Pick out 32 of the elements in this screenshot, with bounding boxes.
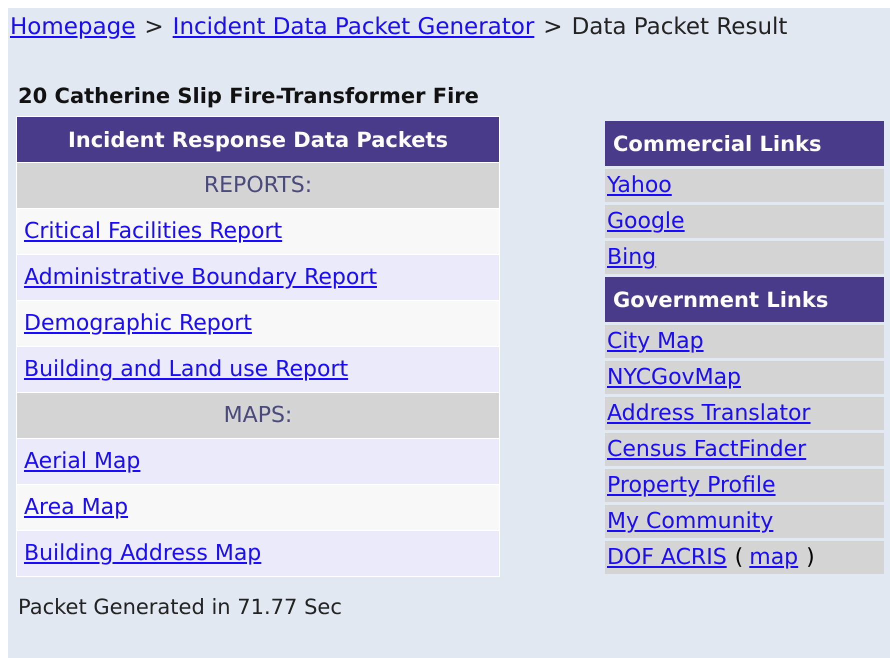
- external-link[interactable]: Yahoo: [607, 173, 672, 198]
- parenthesis: ): [806, 545, 815, 570]
- external-link[interactable]: Census FactFinder: [607, 437, 806, 462]
- breadcrumb-link[interactable]: Incident Data Packet Generator: [172, 14, 534, 40]
- breadcrumb-separator: >: [144, 14, 164, 40]
- section-label: REPORTS:: [204, 173, 312, 198]
- report-link[interactable]: Area Map: [24, 495, 128, 520]
- generation-time: Packet Generated in 71.77 Sec: [18, 595, 343, 619]
- external-link[interactable]: My Community: [607, 509, 774, 534]
- incident-title: 20 Catherine Slip Fire-Transformer Fire: [18, 84, 480, 108]
- breadcrumb-current: Data Packet Result: [572, 14, 788, 40]
- external-link[interactable]: Property Profile: [607, 473, 776, 498]
- external-link[interactable]: Bing: [607, 245, 656, 270]
- breadcrumb-separator: >: [543, 14, 563, 40]
- links-header: Government Links: [605, 277, 884, 322]
- table-header: Incident Response Data Packets: [17, 117, 499, 162]
- breadcrumb-link[interactable]: Homepage: [10, 14, 136, 40]
- report-link[interactable]: Building and Land use Report: [24, 357, 348, 382]
- external-link[interactable]: NYCGovMap: [607, 365, 742, 390]
- report-link[interactable]: Aerial Map: [24, 449, 140, 474]
- report-link[interactable]: Critical Facilities Report: [24, 219, 282, 244]
- external-link[interactable]: City Map: [607, 329, 704, 354]
- external-link[interactable]: DOF ACRIS: [607, 545, 727, 570]
- report-link[interactable]: Administrative Boundary Report: [24, 265, 377, 290]
- map-link[interactable]: map: [749, 545, 798, 570]
- external-link[interactable]: Address Translator: [607, 401, 810, 426]
- links-header: Commercial Links: [605, 121, 884, 166]
- external-link[interactable]: Google: [607, 209, 685, 234]
- report-link[interactable]: Building Address Map: [24, 541, 262, 566]
- section-label: MAPS:: [224, 403, 292, 428]
- report-link[interactable]: Demographic Report: [24, 311, 252, 336]
- parenthesis: (: [734, 545, 744, 570]
